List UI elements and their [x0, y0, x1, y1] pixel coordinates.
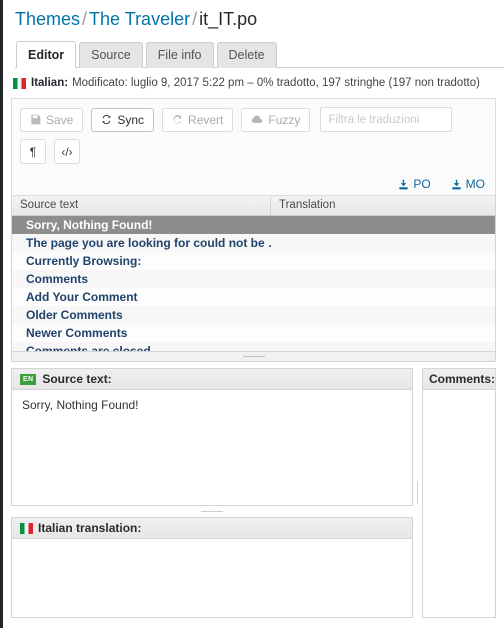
filter-translations-input[interactable]	[320, 107, 453, 132]
column-header-source-text[interactable]: Source text	[12, 196, 271, 215]
grip-line	[242, 356, 265, 357]
column-header-translation[interactable]: Translation	[271, 196, 495, 215]
table-row[interactable]: The page you are looking for could not b…	[12, 234, 495, 252]
tab-editor[interactable]: Editor	[16, 41, 77, 69]
table-row[interactable]: Comments are closed	[12, 342, 495, 352]
row-source-text: Sorry, Nothing Found!	[26, 218, 153, 232]
code-toggle-button[interactable]: ‹/›	[54, 139, 80, 164]
revert-button[interactable]: Revert	[162, 107, 234, 132]
italian-flag-icon	[20, 522, 33, 534]
translation-pane: Italian translation:	[11, 517, 414, 618]
translation-pane-header: Italian translation:	[12, 518, 413, 539]
grip-line	[417, 482, 418, 504]
italian-flag-icon	[13, 77, 26, 89]
editor-toolbar: Save Sync Revert Fuzzy Filtra le traduzi…	[12, 99, 495, 170]
breadcrumb-separator: /	[82, 9, 88, 29]
table-row[interactable]: Older Comments	[12, 306, 495, 324]
translations-table: Source text Translation Sorry, Nothing F…	[11, 196, 496, 352]
download-mo-label: MO	[465, 177, 485, 191]
breadcrumb-current-file: it_IT.po	[199, 9, 258, 29]
download-icon	[398, 179, 409, 190]
translation-pane-title: Italian translation:	[38, 521, 142, 535]
table-row[interactable]: Currently Browsing:	[12, 252, 495, 270]
table-row[interactable]: Newer Comments	[12, 324, 495, 342]
tab-bar: Editor Source File info Delete	[15, 41, 504, 69]
revert-icon	[172, 114, 183, 125]
source-text-pane-title: Source text:	[42, 372, 112, 386]
revert-button-label: Revert	[188, 112, 224, 127]
editor-toolbar-panel: Save Sync Revert Fuzzy Filtra le traduzi…	[11, 98, 496, 196]
table-resize-handle[interactable]	[11, 352, 496, 362]
pilcrow-toggle-button[interactable]: ¶	[20, 139, 46, 164]
row-source-text: Currently Browsing:	[26, 254, 142, 268]
row-source-text: The page you are looking for could not b…	[26, 236, 271, 250]
sync-icon	[101, 114, 112, 125]
editor-left-column: EN Source text: Sorry, Nothing Found! It…	[11, 368, 414, 618]
grip-line	[201, 511, 224, 512]
row-source-text: Comments are closed	[26, 344, 151, 352]
row-source-text: Add Your Comment	[26, 290, 138, 304]
comments-pane-resize-handle[interactable]	[413, 368, 422, 618]
table-row[interactable]: Comments	[12, 270, 495, 288]
sync-button-label: Sync	[117, 112, 145, 127]
source-text-value: Sorry, Nothing Found!	[12, 390, 413, 505]
download-po-link[interactable]: PO	[398, 177, 431, 191]
table-row[interactable]: Add Your Comment	[12, 288, 495, 306]
cloud-icon	[251, 114, 263, 125]
fuzzy-button[interactable]: Fuzzy	[241, 107, 311, 132]
comments-pane: Comments:	[421, 368, 496, 618]
po-editor-window: Themes / The Traveler / it_IT.po Editor Sourc…	[0, 0, 504, 628]
status-language-label: Italian:	[31, 77, 69, 89]
english-language-badge: EN	[20, 373, 37, 385]
toolbar-button-row: Save Sync Revert Fuzzy Filtra le traduzi…	[20, 107, 487, 132]
source-text-pane: EN Source text: Sorry, Nothing Found!	[11, 368, 414, 506]
download-links-row: PO MO	[12, 170, 495, 195]
sync-button[interactable]: Sync	[91, 107, 155, 132]
save-button-label: Save	[46, 112, 74, 127]
download-icon	[451, 179, 462, 190]
row-source-text: Older Comments	[26, 308, 123, 322]
editor-right-column: Comments:	[421, 368, 496, 618]
tab-file-info[interactable]: File info	[145, 42, 214, 68]
breadcrumb: Themes / The Traveler / it_IT.po	[3, 0, 504, 35]
tab-source[interactable]: Source	[79, 42, 143, 68]
source-text-pane-header: EN Source text:	[12, 369, 413, 390]
save-button[interactable]: Save	[20, 107, 84, 132]
comments-pane-header: Comments:	[422, 369, 495, 390]
editor-pane-resize-handle[interactable]	[11, 506, 413, 517]
breadcrumb-separator: /	[192, 9, 198, 29]
toolbar-toggle-row: ¶ ‹/›	[20, 139, 487, 164]
download-po-label: PO	[413, 177, 431, 191]
comments-pane-title: Comments:	[428, 372, 495, 386]
row-source-text: Newer Comments	[26, 326, 128, 340]
table-body: Sorry, Nothing Found! The page you are l…	[12, 216, 495, 352]
status-details: Modificato: luglio 9, 2017 5:22 pm – 0% …	[72, 77, 480, 89]
table-row[interactable]: Sorry, Nothing Found!	[12, 216, 495, 234]
file-status-line: Italian: Modificato: luglio 9, 2017 5:22…	[13, 77, 504, 89]
table-header-row: Source text Translation	[12, 196, 495, 216]
download-mo-link[interactable]: MO	[451, 177, 485, 191]
translation-input[interactable]	[12, 539, 413, 617]
fuzzy-button-label: Fuzzy	[268, 112, 301, 127]
breadcrumb-link-themes[interactable]: Themes	[15, 9, 80, 29]
tab-delete[interactable]: Delete	[216, 42, 277, 68]
comments-input[interactable]	[422, 390, 495, 617]
floppy-disk-icon	[30, 114, 41, 125]
breadcrumb-link-theme-name[interactable]: The Traveler	[89, 9, 190, 29]
row-source-text: Comments	[26, 272, 89, 286]
editor-panes: EN Source text: Sorry, Nothing Found! It…	[11, 368, 496, 618]
